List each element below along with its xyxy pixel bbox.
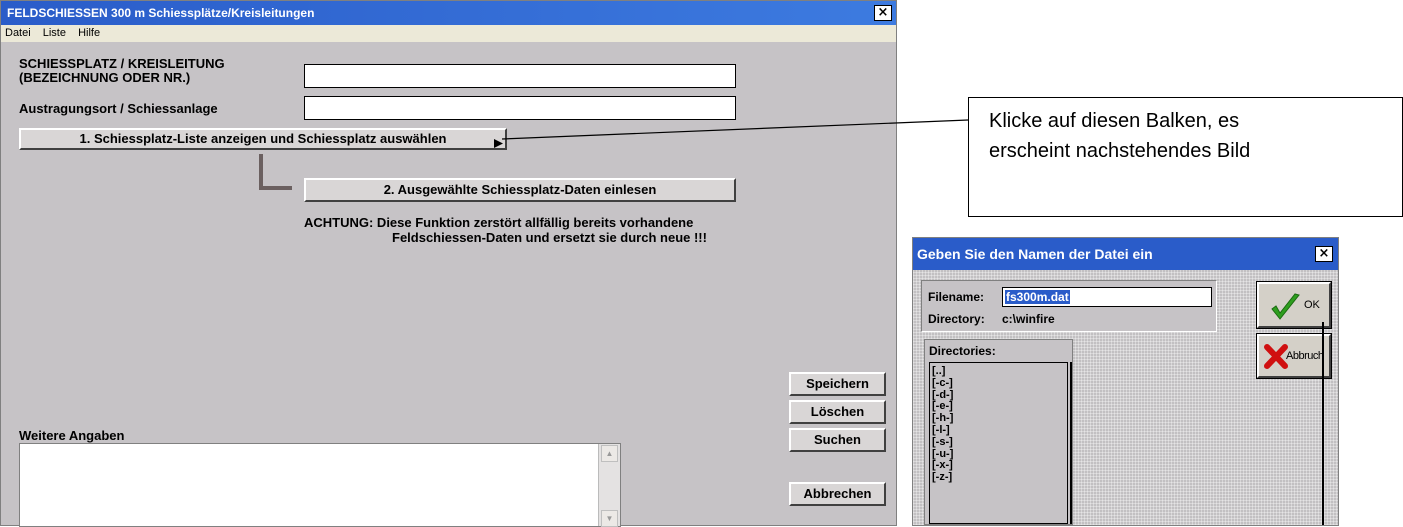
weitere-angaben-text [20,444,598,526]
menu-liste[interactable]: Liste [43,27,66,39]
pointer-line [501,119,969,140]
directory-item[interactable]: [-h-] [932,412,1067,425]
feldschiessen-window: FELDSCHIESSEN 300 m Schiessplätze/Kreisl… [0,0,897,527]
ok-button[interactable]: OK [1256,281,1332,329]
callout-line-1: Klicke auf diesen Balken, es [989,110,1240,132]
menu-datei[interactable]: Datei [5,27,31,39]
ok-label: OK [1304,299,1320,311]
dialog-title: Geben Sie den Namen der Datei ein [913,238,1338,270]
weitere-angaben-label: Weitere Angaben [19,428,125,443]
directory-value: c:\winfire [1002,312,1055,326]
instruction-callout: Klicke auf diesen Balken, es erscheint n… [968,97,1403,217]
connector-horizontal [259,186,292,190]
warning-line-2: Feldschiessen-Daten und ersetzt sie durc… [392,230,707,245]
filename-selected-text: fs300m.dat [1005,290,1070,304]
directories-list[interactable]: [..] [-c-] [-d-] [-e-] [-h-] [-l-] [-s-]… [929,362,1068,524]
austragungsort-label: Austragungsort / Schiessanlage [19,101,218,116]
ok-pointer-line [1322,322,1324,525]
abbrechen-button[interactable]: Abbrechen [789,482,886,506]
menu-bar: Datei Liste Hilfe [1,25,896,42]
connector-vertical [259,154,263,190]
scroll-up-icon[interactable]: ▲ [601,445,618,462]
warning-line-1: ACHTUNG: Diese Funktion zerstört allfäll… [304,215,694,230]
schiessplatz-label: SCHIESSPLATZ / KREISLEITUNG (BEZEICHNUNG… [19,56,225,85]
menu-hilfe[interactable]: Hilfe [78,27,100,39]
dialog-close-icon[interactable]: × [1315,246,1333,262]
textarea-scrollbar[interactable]: ▲ ▼ [598,444,620,527]
filename-input[interactable]: fs300m.dat [1002,287,1212,307]
window-title: FELDSCHIESSEN 300 m Schiessplätze/Kreisl… [1,1,896,25]
close-icon[interactable]: × [874,5,892,21]
directories-label: Directories: [929,344,996,358]
directory-item[interactable]: [-x-] [932,460,1067,472]
suchen-button[interactable]: Suchen [789,428,886,452]
list-border-line [1070,362,1072,524]
schiessplatz-liste-button[interactable]: 1. Schiessplatz-Liste anzeigen und Schie… [19,128,507,150]
directory-item[interactable]: [-c-] [932,377,1067,390]
filename-label: Filename: [928,290,985,304]
daten-einlesen-button[interactable]: 2. Ausgewählte Schiessplatz-Daten einles… [304,178,736,202]
scroll-down-icon[interactable]: ▼ [601,510,618,527]
checkmark-icon [1271,293,1300,320]
loeschen-button[interactable]: Löschen [789,400,886,424]
schiessplatz-input[interactable] [304,64,736,88]
abbruch-button[interactable]: Abbruch [1256,333,1332,379]
directory-item[interactable]: [-z-] [932,471,1067,484]
speichern-button[interactable]: Speichern [789,372,886,396]
directory-item[interactable]: [-s-] [932,436,1067,449]
directory-item[interactable]: [-l-] [932,424,1067,437]
austragungsort-input[interactable] [304,96,736,120]
filename-dialog: Geben Sie den Namen der Datei ein × File… [912,237,1339,526]
directory-label: Directory: [928,312,985,326]
filename-panel: Filename: fs300m.dat Directory: c:\winfi… [921,280,1217,332]
callout-line-2: erscheint nachstehendes Bild [989,140,1251,162]
directories-panel: Directories: [..] [-c-] [-d-] [-e-] [-h-… [924,339,1073,525]
weitere-angaben-textarea[interactable]: ▲ ▼ [19,443,621,527]
abbruch-label: Abbruch [1286,350,1324,362]
